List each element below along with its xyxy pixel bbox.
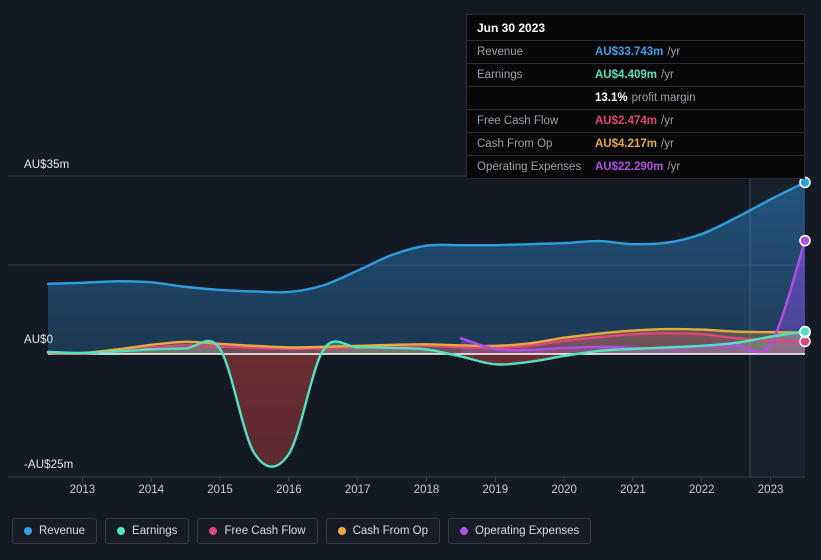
x-axis-label-2019: 2019 xyxy=(482,484,509,496)
chart-legend[interactable]: Revenue Earnings Free Cash Flow Cash From O… xyxy=(12,518,592,544)
tooltip-row: Revenue AU$33.743m/yr xyxy=(467,40,804,63)
tooltip-row-value: 13.1% xyxy=(595,92,628,104)
earnings-end-marker[interactable] xyxy=(799,325,811,338)
tooltip-row-unit: profit margin xyxy=(631,92,696,104)
legend-item-label: Free Cash Flow xyxy=(224,525,306,537)
tooltip-row-label: Cash From Op xyxy=(477,138,553,150)
legend-item-earnings[interactable]: Earnings xyxy=(105,518,190,544)
operating-expenses-end-marker[interactable] xyxy=(799,234,811,247)
y-axis-label-zero: AU$0 xyxy=(24,334,54,346)
tooltip-row-value: AU$2.474m xyxy=(595,115,658,127)
tooltip-row-value: AU$22.290m xyxy=(595,161,664,173)
tooltip-row-unit: /yr xyxy=(667,46,681,58)
legend-color-dot-icon xyxy=(117,527,126,535)
legend-color-dot-icon xyxy=(24,527,32,535)
tooltip-row-label: Operating Expenses xyxy=(477,161,582,173)
legend-color-dot-icon xyxy=(209,527,218,535)
tooltip-row-label: Revenue xyxy=(477,46,524,58)
tooltip-row: Cash From Op AU$4.217m/yr xyxy=(467,132,804,155)
legend-item-cash-from-op[interactable]: Cash From Op xyxy=(325,518,441,544)
x-axis-label-2021: 2021 xyxy=(620,484,646,496)
x-axis-label-2017: 2017 xyxy=(344,484,371,496)
tooltip-rows: Revenue AU$33.743m/yr Earnings AU$4.409m/yr… xyxy=(467,40,804,178)
tooltip-row-value: AU$4.409m xyxy=(595,69,658,81)
legend-item-free-cash-flow[interactable]: Free Cash Flow xyxy=(197,518,318,544)
x-axis-label-2022: 2022 xyxy=(688,484,715,496)
x-axis-label-2014: 2014 xyxy=(138,484,165,496)
tooltip-row-unit: /yr xyxy=(667,161,681,173)
tooltip-row: Earnings AU$4.409m/yr xyxy=(467,63,804,86)
tooltip-row-value: AU$4.217m xyxy=(595,138,658,150)
chart-tooltip: Jun 30 2023 Revenue AU$33.743m/yr Earnings… xyxy=(466,14,805,179)
x-axis-label-2013: 2013 xyxy=(69,484,96,496)
legend-item-label: Revenue xyxy=(39,525,86,537)
legend-item-label: Cash From Op xyxy=(352,525,429,537)
x-axis-label-2015: 2015 xyxy=(207,484,233,496)
legend-color-dot-icon xyxy=(460,527,469,535)
tooltip-row: 13.1% profit margin xyxy=(467,86,804,109)
tooltip-date: Jun 30 2023 xyxy=(477,21,546,35)
tooltip-row-value: AU$33.743m xyxy=(595,46,664,58)
legend-item-label: Operating Expenses xyxy=(475,525,580,537)
tooltip-row: Operating Expenses AU$22.290m/yr xyxy=(467,155,804,178)
x-axis-label-2016: 2016 xyxy=(276,484,302,496)
x-axis-label-2020: 2020 xyxy=(551,484,577,496)
tooltip-row-unit: /yr xyxy=(661,69,674,81)
legend-item-revenue[interactable]: Revenue xyxy=(12,518,98,544)
legend-color-dot-icon xyxy=(337,527,346,535)
financial-chart-page: AU$35m AU$0 -AU$25m 2013 2014 2015 2016 2017… xyxy=(0,0,821,560)
y-axis-label-top: AU$35m xyxy=(24,159,70,171)
tooltip-row: Free Cash Flow AU$2.474m/yr xyxy=(467,109,804,132)
legend-item-operating-expenses[interactable]: Operating Expenses xyxy=(448,518,592,544)
tooltip-row-unit: /yr xyxy=(661,115,674,127)
tooltip-row-label: Free Cash Flow xyxy=(477,115,559,127)
y-axis-label-bottom: -AU$25m xyxy=(24,459,74,471)
x-axis-label-2018: 2018 xyxy=(413,484,440,496)
x-axis-label-2023: 2023 xyxy=(757,484,784,496)
tooltip-row-unit: /yr xyxy=(661,138,674,150)
tooltip-row-label: Earnings xyxy=(477,69,523,81)
legend-item-label: Earnings xyxy=(132,525,178,537)
